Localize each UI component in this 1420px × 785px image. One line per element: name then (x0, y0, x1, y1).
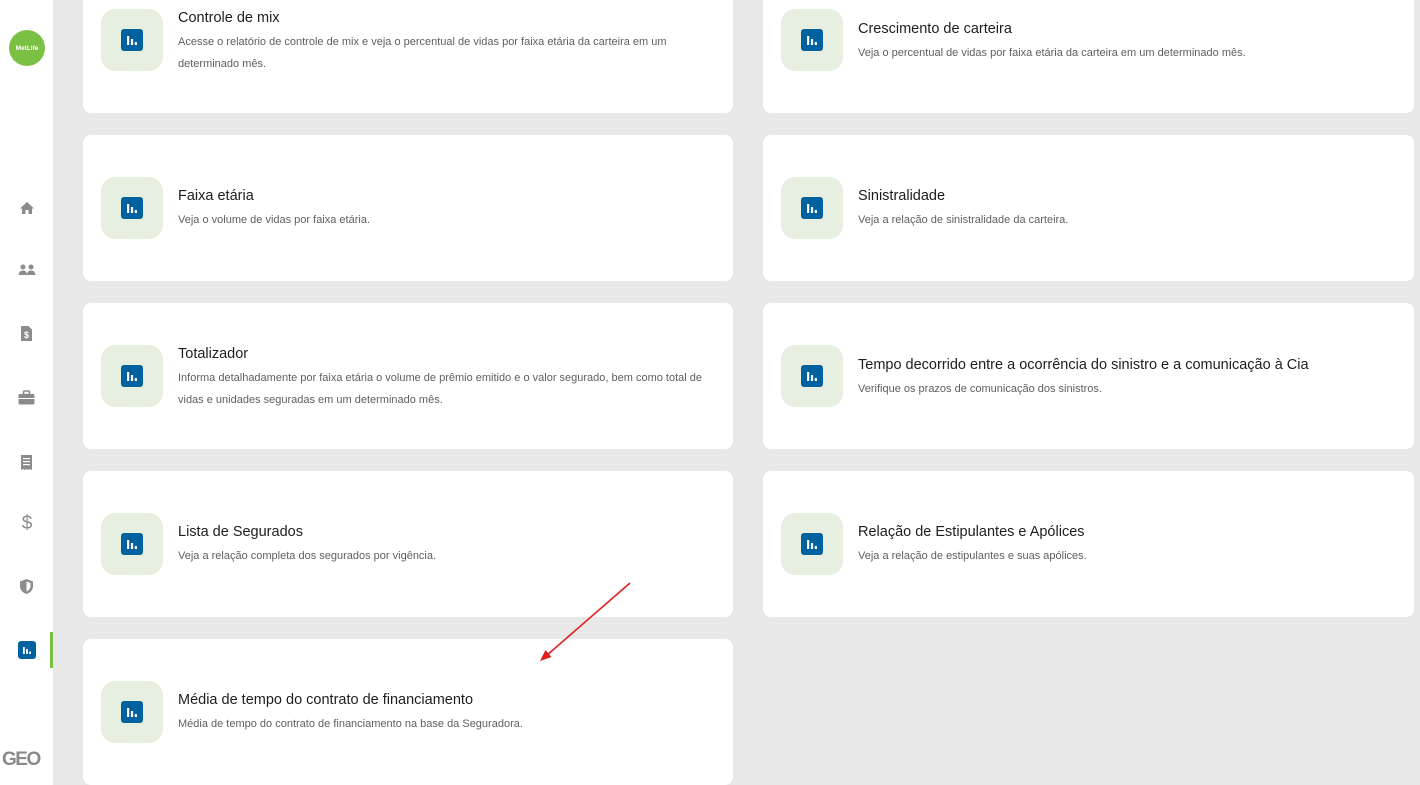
report-card-estipulantes-apolices[interactable]: Relação de Estipulantes e Apólices Veja … (763, 471, 1414, 617)
card-icon-wrapper (101, 345, 163, 407)
bar-chart-icon (801, 365, 823, 387)
card-icon-wrapper (781, 513, 843, 575)
bar-chart-icon (801, 533, 823, 555)
sidebar-item-finance[interactable]: $ (0, 503, 53, 543)
bar-chart-icon (801, 29, 823, 51)
users-icon (18, 264, 35, 275)
sidebar-item-reports[interactable] (0, 630, 53, 670)
card-description: Veja a relação de estipulantes e suas ap… (858, 550, 1087, 562)
shield-icon (20, 578, 33, 594)
card-title: Relação de Estipulantes e Apólices (858, 524, 1085, 540)
report-card-tempo-decorrido[interactable]: Tempo decorrido entre a ocorrência do si… (763, 303, 1414, 449)
report-card-crescimento-de-carteira[interactable]: Crescimento de carteira Veja o percentua… (763, 0, 1414, 113)
home-icon (19, 202, 34, 214)
bar-chart-icon (121, 701, 143, 723)
card-icon-wrapper (101, 9, 163, 71)
bar-chart-icon (801, 197, 823, 219)
report-card-controle-de-mix[interactable]: Controle de mix Acesse o relatório de co… (83, 0, 733, 113)
metlife-logo[interactable]: MetLife (9, 30, 45, 66)
card-description: Acesse o relatório de controle de mix e … (178, 36, 667, 70)
report-card-faixa-etaria[interactable]: Faixa etária Veja o volume de vidas por … (83, 135, 733, 281)
card-title: Tempo decorrido entre a ocorrência do si… (858, 357, 1309, 373)
card-title: Média de tempo do contrato de financiame… (178, 692, 474, 708)
report-card-sinistralidade[interactable]: Sinistralidade Veja a relação de sinistr… (763, 135, 1414, 281)
sidebar-item-documents[interactable]: $ (0, 313, 53, 353)
bar-chart-icon (121, 533, 143, 555)
report-card-totalizador[interactable]: Totalizador Informa detalhadamente por f… (83, 303, 733, 449)
card-description: Veja a relação de sinistralidade da cart… (858, 214, 1069, 226)
card-icon-wrapper (781, 177, 843, 239)
svg-text:$: $ (24, 330, 29, 340)
card-title: Totalizador (178, 346, 249, 362)
card-description: Informa detalhadamente por faixa etária … (178, 372, 703, 406)
geo-logo: GEO (2, 749, 41, 770)
report-card-media-tempo-financiamento[interactable]: Média de tempo do contrato de financiame… (83, 639, 733, 785)
sidebar: MetLife $ $ GEO (0, 0, 53, 785)
card-description: Média de tempo do contrato de financiame… (178, 718, 523, 730)
card-description: Veja o volume de vidas por faixa etária. (178, 214, 371, 226)
sidebar-item-security[interactable] (0, 566, 53, 606)
bar-chart-icon (121, 29, 143, 51)
card-title: Crescimento de carteira (858, 21, 1012, 37)
card-title: Controle de mix (178, 10, 280, 26)
sidebar-item-users[interactable] (0, 250, 53, 290)
report-card-lista-de-segurados[interactable]: Lista de Segurados Veja a relação comple… (83, 471, 733, 617)
svg-text:$: $ (21, 513, 32, 533)
briefcase-icon (18, 389, 35, 404)
sidebar-item-invoices[interactable] (0, 442, 53, 482)
sidebar-item-business[interactable] (0, 377, 53, 417)
document-dollar-icon: $ (21, 325, 32, 341)
card-icon-wrapper (781, 345, 843, 407)
card-title: Faixa etária (178, 188, 254, 204)
card-title: Sinistralidade (858, 188, 946, 204)
bar-chart-icon (121, 197, 143, 219)
reports-chart-icon (17, 641, 36, 659)
card-icon-wrapper (101, 177, 163, 239)
card-icon-wrapper (101, 681, 163, 743)
logo-text: MetLife (15, 44, 39, 52)
receipt-icon (21, 454, 32, 470)
bar-chart-icon (121, 365, 143, 387)
dollar-icon: $ (21, 513, 32, 533)
card-description: Veja o percentual de vidas por faixa etá… (858, 47, 1246, 59)
sidebar-item-home[interactable] (0, 188, 53, 228)
card-title: Lista de Segurados (178, 524, 303, 540)
card-icon-wrapper (101, 513, 163, 575)
card-description: Veja a relação completa dos segurados po… (178, 550, 437, 562)
card-icon-wrapper (781, 9, 843, 71)
card-description: Verifique os prazos de comunicação dos s… (858, 383, 1102, 395)
